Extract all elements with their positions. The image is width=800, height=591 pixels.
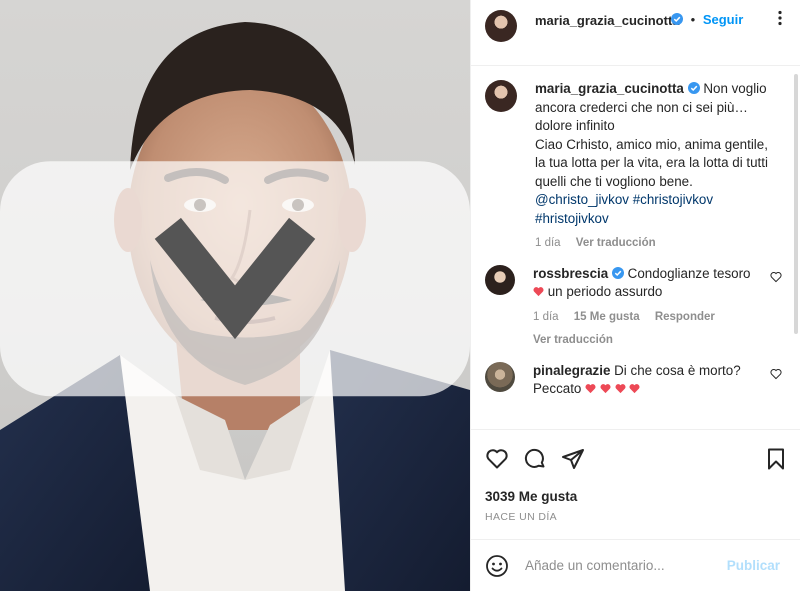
author-avatar[interactable] xyxy=(485,10,517,42)
commenter-avatar[interactable] xyxy=(485,361,515,392)
comment-input[interactable] xyxy=(525,558,727,573)
comments-list[interactable]: maria_grazia_cucinotta Non voglio ancora… xyxy=(471,66,800,429)
caption-meta: 1 día Ver traducción xyxy=(535,234,775,253)
author-username-text[interactable]: maria_grazia_cucinotta xyxy=(535,13,680,28)
separator-dot: • xyxy=(690,12,696,27)
post-header: maria_grazia_cucinotta • Seguir xyxy=(471,0,800,66)
commenter-avatar[interactable] xyxy=(485,264,515,295)
caption: maria_grazia_cucinotta Non voglio ancora… xyxy=(485,80,786,253)
comment-body: pinalegrazie Di che cosa è morto? Peccat… xyxy=(533,362,773,399)
caption-time[interactable]: 1 día xyxy=(535,237,561,249)
caption-hashtag[interactable]: #christojivkov xyxy=(633,192,713,207)
post-actions-bar xyxy=(471,429,800,487)
caption-translate-link[interactable]: Ver traducción xyxy=(576,237,656,249)
red-heart-icon xyxy=(600,384,611,394)
caption-text-2: Ciao Crhisto, amico mio, anima gentile, … xyxy=(535,136,768,189)
comment-item: pinalegrazie Di che cosa è morto? Peccat… xyxy=(485,361,786,399)
comment-body: rossbrescia Condoglianze tesoro un perio… xyxy=(533,265,773,350)
comment-meta: 1 día 15 Me gusta Responder Ver traducci… xyxy=(533,308,773,350)
like-heart-icon[interactable] xyxy=(485,447,509,471)
likes-count[interactable]: 3039 Me gusta xyxy=(471,487,800,511)
caption-avatar[interactable] xyxy=(485,80,517,112)
instagram-post: maria_grazia_cucinotta • Seguir maria_gr… xyxy=(0,0,800,591)
comment-likes[interactable]: 15 Me gusta xyxy=(574,311,640,323)
publish-button[interactable]: Publicar xyxy=(727,558,780,573)
caption-username[interactable]: maria_grazia_cucinotta xyxy=(535,81,684,96)
header-follow-group: • Seguir xyxy=(671,12,743,27)
comment-text: Di che cosa è morto? xyxy=(614,362,741,378)
follow-button[interactable]: Seguir xyxy=(703,12,743,27)
verified-badge-icon xyxy=(671,13,683,25)
caption-body: maria_grazia_cucinotta Non voglio ancora… xyxy=(535,80,775,253)
add-comment-bar: Publicar xyxy=(471,539,800,591)
post-photo[interactable] xyxy=(0,0,470,591)
comments-scrollbar[interactable] xyxy=(794,74,798,334)
comment-item: rossbrescia Condoglianze tesoro un perio… xyxy=(485,264,786,350)
comment-icon[interactable] xyxy=(523,447,547,471)
red-heart-icon xyxy=(585,384,596,394)
verified-badge-icon xyxy=(611,266,624,279)
more-options-icon[interactable] xyxy=(772,10,788,26)
comment-text: Peccato xyxy=(533,381,582,396)
caption-mention[interactable]: @christo_jivkov xyxy=(535,192,629,207)
comment-translate-link[interactable]: Ver traducción xyxy=(533,331,773,350)
reply-button[interactable]: Responder xyxy=(655,311,715,323)
share-icon[interactable] xyxy=(561,447,585,471)
post-timestamp[interactable]: HACE UN DÍA xyxy=(471,511,800,539)
commenter-username[interactable]: rossbrescia xyxy=(533,266,608,281)
save-bookmark-icon[interactable] xyxy=(764,447,788,471)
emoji-icon[interactable] xyxy=(485,554,509,578)
verified-badge-icon xyxy=(687,82,700,94)
author-username[interactable]: maria_grazia_cucinotta xyxy=(535,12,685,29)
red-heart-icon xyxy=(629,384,640,394)
red-heart-icon xyxy=(533,287,544,297)
red-heart-icon xyxy=(615,384,626,394)
carousel-indicator-icon[interactable] xyxy=(0,0,470,591)
comment-text: un periodo assurdo xyxy=(547,284,663,299)
commenter-username[interactable]: pinalegrazie xyxy=(533,363,610,378)
post-side-panel: maria_grazia_cucinotta • Seguir maria_gr… xyxy=(470,0,800,591)
comment-like-heart-icon[interactable] xyxy=(770,271,782,283)
caption-hashtag[interactable]: #hristojivkov xyxy=(535,211,609,226)
comment-text: Condoglianze tesoro xyxy=(627,265,751,281)
comment-like-heart-icon[interactable] xyxy=(770,368,782,380)
comment-time[interactable]: 1 día xyxy=(533,311,559,323)
